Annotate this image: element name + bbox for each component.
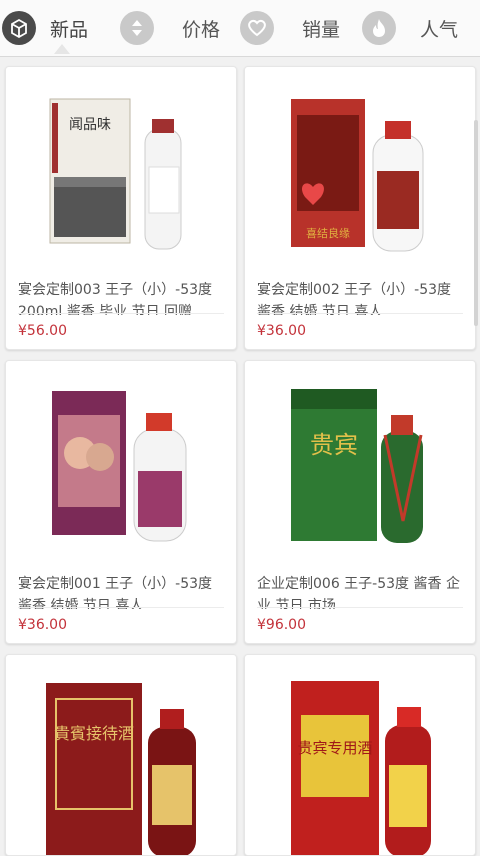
product-image: 贵宾	[245, 361, 475, 563]
tab-price-label: 价格	[182, 18, 221, 41]
filter-tab-bar: 新品 价格 销量 人气	[0, 0, 480, 57]
divider	[18, 607, 224, 608]
box-label: 貴賓接待酒	[54, 724, 134, 743]
scrollbar[interactable]	[474, 120, 478, 326]
product-price: ¥36.00	[18, 617, 67, 633]
product-title: 宴会定制002 王子（小）-53度 酱香 结婚 节日 喜人	[257, 282, 452, 315]
product-title: 宴会定制003 王子（小）-53度 200ml 酱香 毕业 节日 回赠	[18, 282, 213, 315]
product-grid: 闻品味 宴会定制003 王子（小）-53度 200ml 酱香 毕业 节日 回赠 …	[0, 56, 480, 856]
tab-popularity[interactable]: 人气	[362, 0, 458, 56]
tab-sales-label: 销量	[302, 18, 341, 41]
product-price: ¥56.00	[18, 323, 67, 339]
product-card[interactable]: 喜结良缘 宴会定制002 王子（小）-53度 酱香 结婚 节日 喜人 ¥36.0…	[244, 66, 476, 350]
product-image: 貴賓接待酒	[6, 655, 236, 855]
product-image: 喜结良缘	[245, 67, 475, 269]
tab-sales[interactable]: 销量	[240, 0, 340, 56]
product-card[interactable]: 贵宾专用酒	[244, 654, 476, 856]
product-price: ¥36.00	[257, 323, 306, 339]
product-title: 企业定制006 王子-53度 酱香 企业 节日 市场	[257, 576, 460, 609]
product-card[interactable]: 宴会定制001 王子（小）-53度 酱香 结婚 节日 喜人 ¥36.00	[5, 360, 237, 644]
product-price: ¥96.00	[257, 617, 306, 633]
box-icon	[2, 11, 36, 45]
product-card[interactable]: 貴賓接待酒	[5, 654, 237, 856]
product-card[interactable]: 闻品味 宴会定制003 王子（小）-53度 200ml 酱香 毕业 节日 回赠 …	[5, 66, 237, 350]
tab-new-label: 新品	[50, 18, 89, 41]
divider	[257, 607, 463, 608]
tab-price[interactable]: 价格	[120, 0, 220, 56]
active-tab-indicator	[54, 44, 70, 54]
heart-icon	[240, 11, 274, 45]
flame-icon	[362, 11, 396, 45]
box-label: 闻品味	[69, 117, 111, 133]
tab-new[interactable]: 新品	[0, 0, 88, 56]
product-card[interactable]: 贵宾 企业定制006 王子-53度 酱香 企业 节日 市场 ¥96.00	[244, 360, 476, 644]
divider	[257, 313, 463, 314]
divider	[18, 313, 224, 314]
product-title: 宴会定制001 王子（小）-53度 酱香 结婚 节日 喜人	[18, 576, 213, 609]
box-label: 贵宾	[310, 431, 358, 459]
box-label: 喜结良缘	[306, 226, 350, 240]
sort-arrows-icon	[120, 11, 154, 45]
product-image: 闻品味	[6, 67, 236, 269]
product-image	[6, 361, 236, 563]
product-image: 贵宾专用酒	[245, 655, 475, 855]
box-label: 贵宾专用酒	[297, 739, 372, 757]
tab-popularity-label: 人气	[420, 18, 459, 41]
